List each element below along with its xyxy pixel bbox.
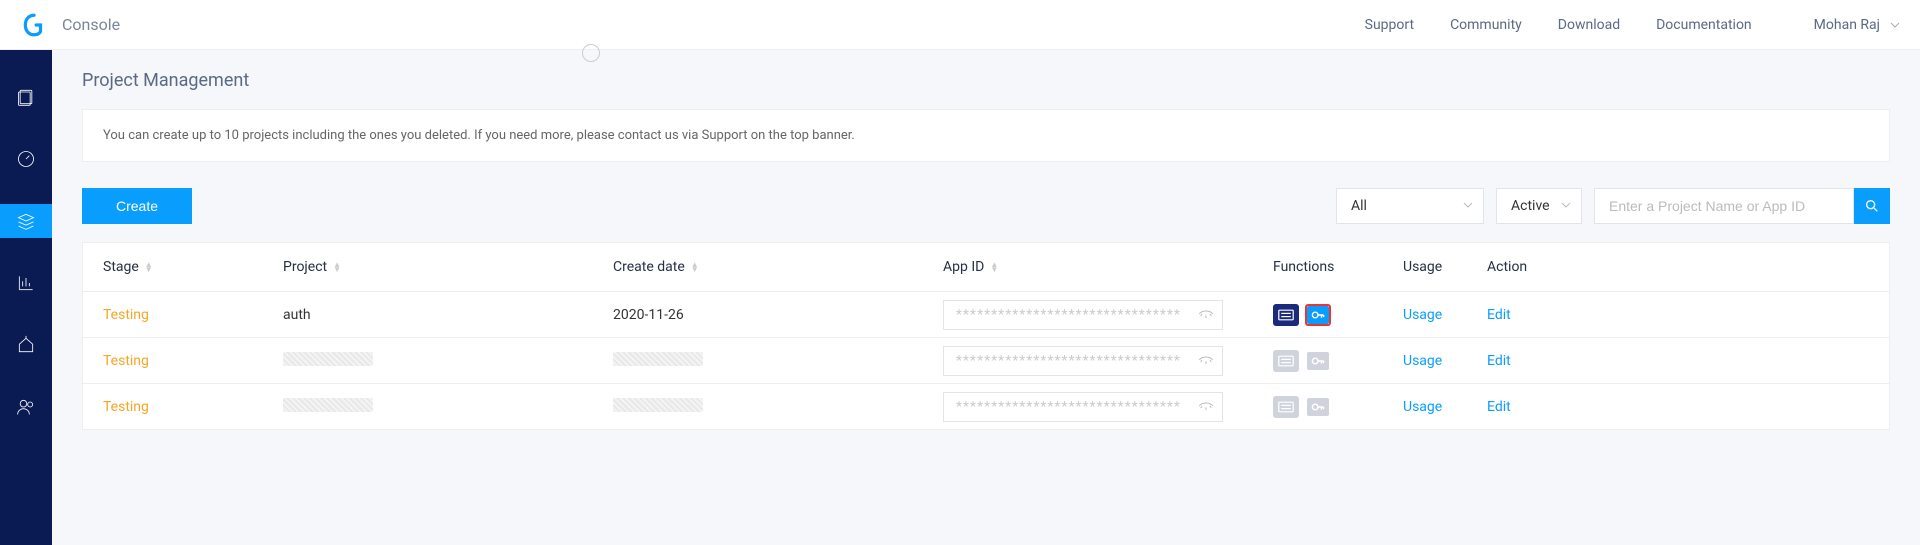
sidebar-item-layers[interactable] <box>0 204 52 238</box>
chevron-down-icon <box>1890 20 1900 30</box>
appid-field[interactable]: ******************************** <box>943 300 1223 330</box>
filter-category-value: All <box>1351 198 1367 214</box>
th-action: Action <box>1487 259 1557 275</box>
sort-icon: ▲▼ <box>691 262 699 272</box>
console-label: Console <box>62 15 120 34</box>
loading-spinner-icon <box>582 44 600 62</box>
function-key-icon[interactable] <box>1305 304 1331 326</box>
table-row: Testing ******************************** U… <box>83 383 1889 429</box>
toolbar: Create All Active <box>82 188 1890 224</box>
chevron-down-icon <box>1463 198 1473 214</box>
chevron-down-icon <box>1561 198 1571 214</box>
sidebar <box>0 50 52 545</box>
filter-status-select[interactable]: Active <box>1496 188 1582 224</box>
cell-stage: Testing <box>103 307 283 323</box>
cell-stage: Testing <box>103 399 283 415</box>
info-banner: You can create up to 10 projects includi… <box>82 109 1890 162</box>
th-functions: Functions <box>1273 259 1403 275</box>
function-config-icon[interactable] <box>1273 304 1299 326</box>
appid-field[interactable]: ******************************** <box>943 392 1223 422</box>
table-row: Testing ******************************** U… <box>83 337 1889 383</box>
main-content: Project Management You can create up to … <box>52 50 1920 545</box>
nav-download[interactable]: Download <box>1558 17 1620 33</box>
logo <box>20 11 48 39</box>
edit-link[interactable]: Edit <box>1487 307 1511 323</box>
appid-mask: ******************************** <box>956 399 1181 415</box>
filter-category-select[interactable]: All <box>1336 188 1484 224</box>
eye-icon[interactable] <box>1198 399 1214 415</box>
redacted-text <box>283 398 373 412</box>
function-key-icon[interactable] <box>1305 350 1331 372</box>
sidebar-item-analytics[interactable] <box>0 266 52 300</box>
appid-mask: ******************************** <box>956 307 1181 323</box>
sort-icon: ▲▼ <box>990 262 998 272</box>
appid-mask: ******************************** <box>956 353 1181 369</box>
cell-stage: Testing <box>103 353 283 369</box>
th-stage[interactable]: Stage▲▼ <box>103 259 283 275</box>
search-button[interactable] <box>1854 188 1890 224</box>
th-project[interactable]: Project▲▼ <box>283 259 613 275</box>
cell-created: 2020-11-26 <box>613 307 684 323</box>
sidebar-item-users[interactable] <box>0 390 52 424</box>
cell-project: auth <box>283 307 311 323</box>
th-created[interactable]: Create date▲▼ <box>613 259 943 275</box>
th-usage: Usage <box>1403 259 1487 275</box>
sort-icon: ▲▼ <box>333 262 341 272</box>
sidebar-item-projects-list[interactable] <box>0 80 52 114</box>
function-config-icon[interactable] <box>1273 396 1299 418</box>
projects-table: Stage▲▼ Project▲▼ Create date▲▼ App ID▲▼… <box>82 242 1890 430</box>
user-name: Mohan Raj <box>1814 17 1880 33</box>
appid-field[interactable]: ******************************** <box>943 346 1223 376</box>
redacted-text <box>283 352 373 366</box>
usage-link[interactable]: Usage <box>1403 399 1442 415</box>
table-header: Stage▲▼ Project▲▼ Create date▲▼ App ID▲▼… <box>83 243 1889 291</box>
create-button[interactable]: Create <box>82 188 192 224</box>
filter-status-value: Active <box>1511 198 1550 214</box>
header: Console Support Community Download Docum… <box>0 0 1920 50</box>
function-config-icon[interactable] <box>1273 350 1299 372</box>
search-input[interactable] <box>1594 188 1854 224</box>
sidebar-item-home[interactable] <box>0 328 52 362</box>
table-row: Testingauth 2020-11-26 *******************… <box>83 291 1889 337</box>
page-title: Project Management <box>82 70 1890 91</box>
function-key-icon[interactable] <box>1305 396 1331 418</box>
header-nav: Support Community Download Documentation… <box>1365 17 1900 33</box>
sort-icon: ▲▼ <box>145 262 153 272</box>
edit-link[interactable]: Edit <box>1487 353 1511 369</box>
nav-documentation[interactable]: Documentation <box>1656 17 1752 33</box>
th-appid[interactable]: App ID▲▼ <box>943 259 1273 275</box>
nav-support[interactable]: Support <box>1365 17 1414 33</box>
eye-icon[interactable] <box>1198 353 1214 369</box>
redacted-text <box>613 398 703 412</box>
user-menu[interactable]: Mohan Raj <box>1814 17 1900 33</box>
usage-link[interactable]: Usage <box>1403 307 1442 323</box>
sidebar-item-gauge[interactable] <box>0 142 52 176</box>
search-icon <box>1864 198 1880 214</box>
usage-link[interactable]: Usage <box>1403 353 1442 369</box>
nav-community[interactable]: Community <box>1450 17 1522 33</box>
edit-link[interactable]: Edit <box>1487 399 1511 415</box>
eye-icon[interactable] <box>1198 307 1214 323</box>
redacted-text <box>613 352 703 366</box>
